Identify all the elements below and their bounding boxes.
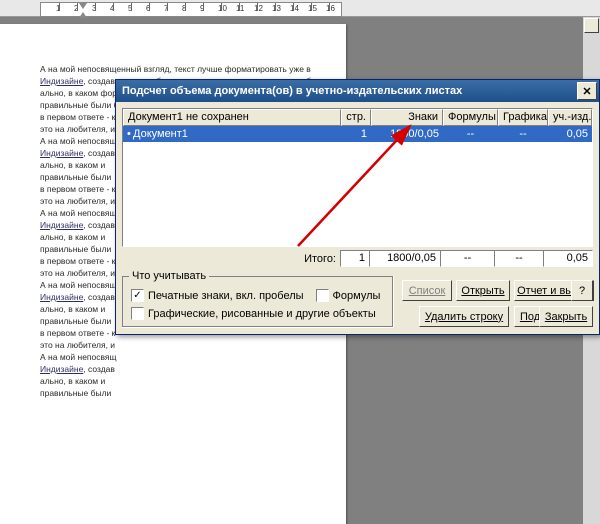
open-button[interactable]: Открыть xyxy=(456,280,510,301)
col-formulas[interactable]: Формулы xyxy=(443,109,498,126)
close-button[interactable]: Закрыть xyxy=(539,306,593,327)
document-list: Документ1 не сохранен стр. Знаки Формулы… xyxy=(122,108,593,247)
ruler-number: 11 xyxy=(236,4,244,13)
document-line: А на мой непосвященный взгляд, текст луч… xyxy=(40,64,326,75)
first-line-indent-marker[interactable] xyxy=(79,3,87,9)
col-graphics[interactable]: Графика xyxy=(498,109,548,126)
document-line: это на любителя, и xyxy=(40,340,326,351)
list-button[interactable]: Список xyxy=(402,280,452,301)
totals-sheets: 0,05 xyxy=(543,250,593,267)
screen: 12345678910111213141516 // numbers place… xyxy=(0,0,600,524)
ruler-number: 12 xyxy=(254,4,263,13)
ruler-number: 15 xyxy=(308,4,317,13)
totals-chars: 1800/0,05 xyxy=(369,250,441,267)
groupbox-legend: Что учитывать xyxy=(129,270,209,282)
col-chars[interactable]: Знаки xyxy=(371,109,443,126)
ruler-number: 13 xyxy=(272,4,281,13)
totals-pages: 1 xyxy=(340,250,370,267)
document-line: Индизайне, создав xyxy=(40,364,326,375)
checkbox-label: Графические, рисованные и другие объекты xyxy=(148,308,376,320)
help-button[interactable]: ? xyxy=(571,280,593,301)
cell-formulas: -- xyxy=(443,128,498,140)
checkbox-icon xyxy=(316,289,329,302)
ruler-number: 10 xyxy=(218,4,227,13)
ruler-track[interactable]: 12345678910111213141516 xyxy=(40,2,342,17)
cell-sheets: 0,05 xyxy=(548,128,592,140)
col-sheets[interactable]: уч.-изд.л. xyxy=(548,109,592,126)
scroll-up-button[interactable] xyxy=(584,18,599,33)
totals-formulas: -- xyxy=(440,250,495,267)
table-row[interactable]: •Документ1 1 1800/0,05 -- -- 0,05 xyxy=(123,126,592,142)
delete-row-button[interactable]: Удалить строку xyxy=(419,306,509,327)
cell-graphics: -- xyxy=(498,128,548,140)
document-line: А на мой непосвящ xyxy=(40,352,326,363)
hanging-indent-marker[interactable] xyxy=(79,12,87,18)
close-icon[interactable] xyxy=(577,82,597,100)
document-line: правильные были xyxy=(40,388,326,399)
col-pages[interactable]: стр. xyxy=(341,109,371,126)
document-line: ально, в каком и xyxy=(40,376,326,387)
list-header: Документ1 не сохранен стр. Знаки Формулы… xyxy=(123,109,592,126)
ruler-number: 14 xyxy=(290,4,299,13)
checkbox-label: Печатные знаки, вкл. пробелы xyxy=(148,290,304,302)
cell-name: Документ1 xyxy=(133,128,188,140)
count-dialog: Подсчет объема документа(ов) в учетно-из… xyxy=(115,79,600,335)
checkbox-print-chars[interactable]: ✓ Печатные знаки, вкл. пробелы xyxy=(131,289,304,302)
dialog-title: Подсчет объема документа(ов) в учетно-из… xyxy=(122,85,575,97)
list-body[interactable]: •Документ1 1 1800/0,05 -- -- 0,05 xyxy=(123,126,592,246)
totals-graphics: -- xyxy=(494,250,544,267)
ruler-number: 16 xyxy=(326,4,335,13)
totals-label: Итого: xyxy=(122,253,340,265)
horizontal-ruler: 12345678910111213141516 // numbers place… xyxy=(0,0,600,17)
col-name[interactable]: Документ1 не сохранен xyxy=(123,109,341,126)
checkbox-icon xyxy=(131,307,144,320)
dialog-titlebar[interactable]: Подсчет объема документа(ов) в учетно-из… xyxy=(116,80,599,102)
checkbox-icon: ✓ xyxy=(131,289,144,302)
cell-chars: 1800/0,05 xyxy=(371,128,443,140)
checkbox-label: Формулы xyxy=(333,290,381,302)
checkbox-graphics[interactable]: Графические, рисованные и другие объекты xyxy=(131,307,376,320)
checkbox-formulas[interactable]: Формулы xyxy=(316,289,381,302)
cell-pages: 1 xyxy=(341,128,371,140)
totals-row: Итого: 1 1800/0,05 -- -- 0,05 xyxy=(122,250,593,267)
options-groupbox: Что учитывать ✓ Печатные знаки, вкл. про… xyxy=(122,276,394,328)
